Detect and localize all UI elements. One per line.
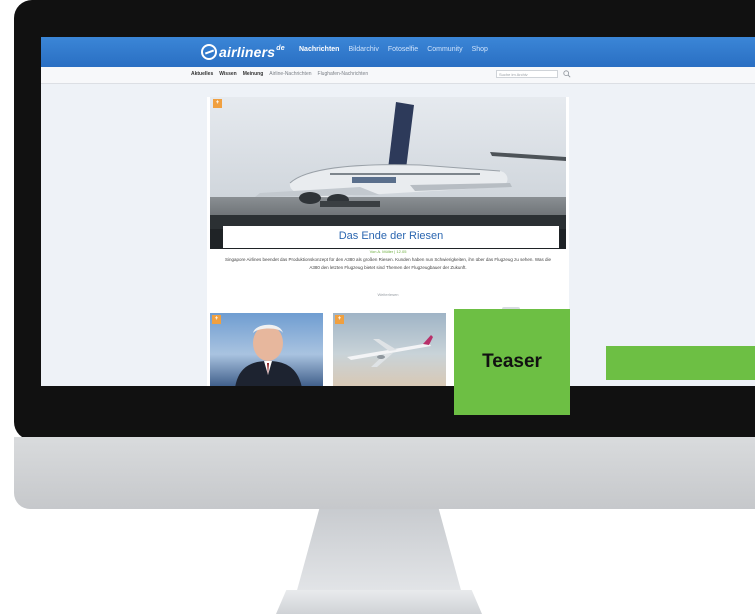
- thumbnail-badge: +: [212, 315, 221, 324]
- thumbnail-airplane[interactable]: +: [333, 313, 446, 386]
- nav-item-bildarchiv[interactable]: Bildarchiv: [348, 46, 378, 53]
- subnav-item-wissen[interactable]: Wissen: [219, 71, 236, 77]
- main-nav: Nachrichten Bildarchiv Fotoselfie Commun…: [299, 46, 488, 53]
- nav-item-community[interactable]: Community: [427, 46, 462, 53]
- teaser-callout-box: Teaser: [454, 309, 570, 415]
- hero-teaser-text: Singapore Airlines beendet das Produktio…: [224, 257, 552, 270]
- site-logo[interactable]: airliners de: [201, 40, 285, 64]
- hero-title[interactable]: Das Ende der Riesen: [223, 230, 559, 242]
- subnav-item-meinung[interactable]: Meinung: [243, 71, 264, 77]
- airplane-photo: [347, 335, 433, 367]
- nav-item-fotoselfie[interactable]: Fotoselfie: [388, 46, 418, 53]
- site-header: airliners de Nachrichten Bildarchiv Foto…: [41, 37, 755, 67]
- monitor-screen: airliners de Nachrichten Bildarchiv Foto…: [41, 37, 755, 386]
- search-input[interactable]: Suche im Archiv: [496, 70, 558, 78]
- hero-badge: +: [213, 99, 222, 108]
- nav-item-nachrichten[interactable]: Nachrichten: [299, 46, 339, 53]
- stage: airliners de Nachrichten Bildarchiv Foto…: [0, 0, 755, 615]
- hero-meta: Von A. Müller | 12.05: [369, 249, 407, 254]
- monitor-stand-neck: [296, 509, 462, 594]
- search-icon[interactable]: [563, 70, 571, 78]
- logo-text: airliners: [219, 44, 276, 60]
- sub-nav: Aktuelles Wissen Meinung Airline-Nachric…: [191, 71, 368, 77]
- nav-item-shop[interactable]: Shop: [472, 46, 488, 53]
- portrait-photo: [235, 324, 302, 386]
- logo-suffix: de: [276, 44, 285, 52]
- airliners-logo-icon: [201, 44, 217, 60]
- sub-nav-bar: Aktuelles Wissen Meinung Airline-Nachric…: [41, 67, 755, 84]
- subnav-item-aktuelles[interactable]: Aktuelles: [191, 71, 213, 77]
- thumbnail-portrait[interactable]: +: [210, 313, 323, 386]
- subnav-item-airline[interactable]: Airline-Nachrichten: [269, 71, 311, 77]
- thumbnail-badge: +: [335, 315, 344, 324]
- read-more-link[interactable]: Weiterlesen: [210, 292, 566, 297]
- teaser-label: Teaser: [482, 351, 542, 372]
- teaser-callout-bar: [606, 346, 755, 380]
- subnav-item-flughafen[interactable]: Flughafen-Nachrichten: [318, 71, 369, 77]
- hero-image[interactable]: + Das Ende der Riesen: [210, 97, 566, 249]
- monitor-chin: [14, 437, 755, 509]
- hero-caption-box: Das Ende der Riesen: [223, 226, 559, 248]
- monitor-stand-base: [276, 590, 482, 614]
